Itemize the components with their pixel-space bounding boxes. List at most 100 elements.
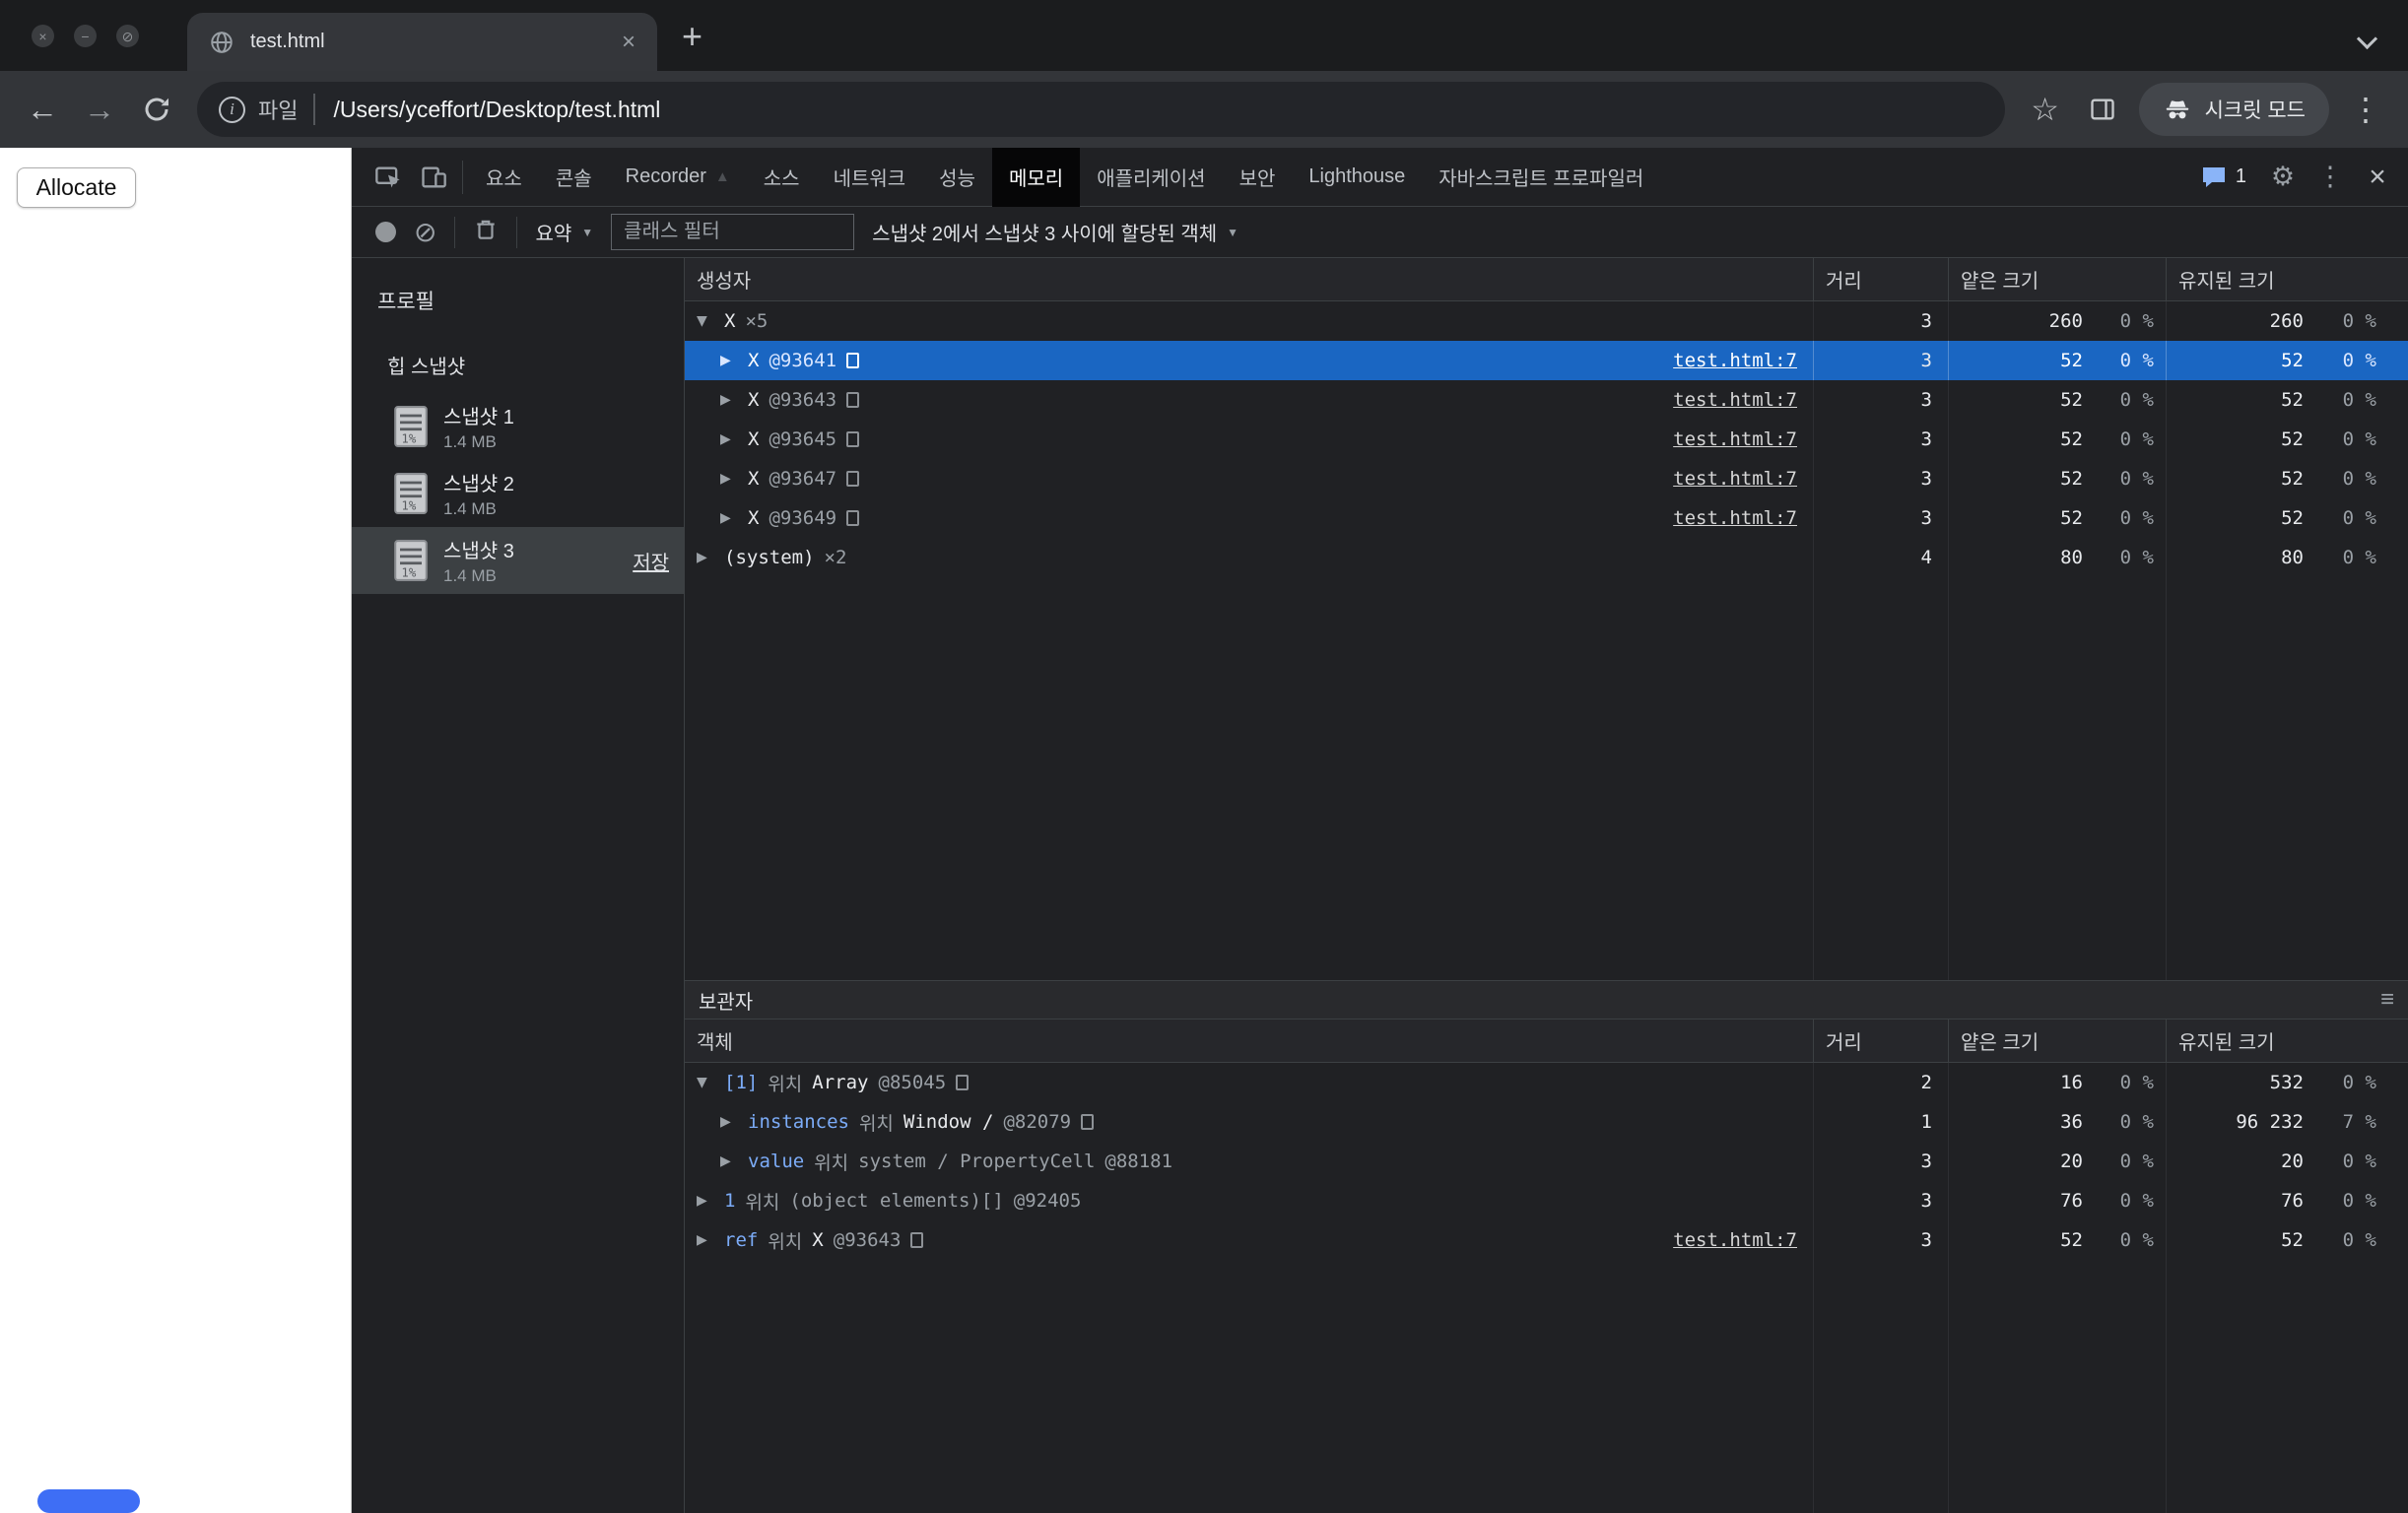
window-close-button[interactable]: × — [32, 25, 54, 47]
inspect-element-button[interactable] — [366, 155, 411, 200]
column-header[interactable]: 거리 — [1813, 258, 1948, 300]
column-header[interactable]: 유지된 크기 — [2166, 258, 2408, 300]
object-id: @93647 — [769, 468, 837, 490]
browser-tab[interactable]: test.html × — [187, 13, 657, 71]
constructor-row[interactable]: ▶ X @93647 test.html:7 3 52 0 % 52 0 % — [685, 459, 2408, 498]
expander-icon[interactable]: ▶ — [697, 1193, 714, 1209]
expander-icon[interactable]: ▼ — [697, 313, 714, 329]
column-header[interactable]: 생성자 — [685, 258, 1813, 300]
constructor-row[interactable]: ▶ (system) ×2 4 80 0 % 80 0 % — [685, 538, 2408, 577]
column-header[interactable]: 얕은 크기 — [1948, 1020, 2166, 1062]
distance-cell: 3 — [1813, 498, 1948, 538]
bookmark-star-icon[interactable]: ☆ — [2019, 83, 2072, 136]
devtools-tab-console[interactable]: 콘솔 — [539, 148, 609, 207]
device-toolbar-button[interactable] — [411, 155, 456, 200]
devtools-tab-sources[interactable]: 소스 — [747, 148, 817, 207]
column-header[interactable]: 유지된 크기 — [2166, 1020, 2408, 1062]
source-link[interactable]: test.html:7 — [1673, 468, 1797, 490]
expander-icon[interactable]: ▶ — [720, 392, 738, 408]
constructor-cell: ▶ X @93643 test.html:7 — [685, 380, 1813, 420]
snapshot-item-2[interactable]: 1% 스냅샷 2 1.4 MB — [352, 460, 684, 527]
object-name: X — [748, 389, 760, 411]
constructor-row[interactable]: ▶ X @93643 test.html:7 3 52 0 % 52 0 % — [685, 380, 2408, 420]
constructor-row[interactable]: ▼ X ×5 3 260 0 % 260 0 % — [685, 301, 2408, 341]
devtools-close-button[interactable]: × — [2355, 155, 2400, 200]
source-link[interactable]: test.html:7 — [1673, 389, 1797, 411]
issues-button[interactable]: 1 — [2189, 165, 2258, 189]
devtools-menu-button[interactable]: ⋮ — [2308, 155, 2353, 200]
expander-icon[interactable]: ▶ — [720, 510, 738, 526]
tab-search-chevron-icon[interactable] — [2356, 28, 2378, 50]
expander-icon[interactable]: ▶ — [697, 1232, 714, 1248]
devtools-settings-button[interactable]: ⚙ — [2260, 155, 2306, 200]
size-percent: 0 % — [2342, 1229, 2376, 1251]
shallow-size-cell: 260 0 % — [1948, 301, 2166, 341]
column-header[interactable]: 얕은 크기 — [1948, 258, 2166, 300]
reload-button[interactable] — [130, 83, 183, 136]
distance-cell: 3 — [1813, 301, 1948, 341]
column-header[interactable]: 거리 — [1813, 1020, 1948, 1062]
class-filter-input[interactable] — [611, 214, 855, 250]
window-minimize-button[interactable]: − — [74, 25, 97, 47]
retainer-row[interactable]: ▼ [1] 위치 Array @85045 2 16 0 % 532 0 % — [685, 1063, 2408, 1102]
column-header[interactable]: 객체 — [685, 1020, 1813, 1062]
shallow-size-cell: 52 0 % — [1948, 498, 2166, 538]
retainer-row[interactable]: ▶ value 위치 system / PropertyCell @88181 3 20 0 … — [685, 1142, 2408, 1181]
allocate-button[interactable]: Allocate — [17, 167, 136, 208]
constructor-row[interactable]: ▶ X @93649 test.html:7 3 52 0 % 52 0 % — [685, 498, 2408, 538]
side-panel-button[interactable] — [2076, 83, 2129, 136]
clear-profiles-icon[interactable]: ⊘ — [414, 218, 436, 246]
retainers-menu-icon[interactable]: ≡ — [2380, 986, 2394, 1014]
expander-icon[interactable]: ▶ — [697, 550, 714, 565]
source-link[interactable]: test.html:7 — [1673, 1229, 1797, 1251]
devtools-tab-elements[interactable]: 요소 — [469, 148, 539, 207]
expander-icon[interactable]: ▶ — [720, 1114, 738, 1130]
page-info-icon[interactable]: i — [219, 96, 245, 123]
devtools-tab-javascript-profiler[interactable]: 자바스크립트 프로파일러 — [1422, 148, 1660, 207]
expander-icon[interactable]: ▶ — [720, 471, 738, 487]
expander-icon[interactable]: ▼ — [697, 1075, 714, 1090]
devtools-tab-performance[interactable]: 성능 — [922, 148, 992, 207]
tab-label: 콘솔 — [555, 168, 592, 190]
back-button[interactable]: ← — [16, 83, 69, 136]
delete-profile-button[interactable] — [473, 217, 499, 247]
devtools-tab-lighthouse[interactable]: Lighthouse — [1292, 148, 1422, 207]
forward-button[interactable]: → — [73, 83, 126, 136]
expander-icon[interactable]: ▶ — [720, 353, 738, 368]
snapshot-save-link[interactable]: 저장 — [633, 547, 669, 575]
devtools-tabbar-actions: 1 ⚙ ⋮ × — [2189, 155, 2408, 200]
devtools-tab-memory[interactable]: 메모리 — [991, 147, 1081, 207]
devtools-tab-network[interactable]: 네트워크 — [817, 148, 923, 207]
devtools-tab-recorder[interactable]: Recorder ▲ — [609, 148, 747, 207]
constructor-row[interactable]: ▶ X @93645 test.html:7 3 52 0 % 52 0 % — [685, 420, 2408, 459]
object-id: @88181 — [1104, 1151, 1173, 1172]
tab-label: Lighthouse — [1308, 165, 1406, 187]
devtools-tab-application[interactable]: 애플리케이션 — [1080, 148, 1222, 207]
tab-close-icon[interactable]: × — [622, 29, 635, 56]
source-link[interactable]: test.html:7 — [1673, 350, 1797, 371]
snapshot-text: 스냅샷 1 1.4 MB — [443, 401, 514, 452]
constructor-row[interactable]: ▶ X @93641 test.html:7 3 52 0 % 52 0 % — [685, 341, 2408, 380]
retainer-row[interactable]: ▶ instances 위치 Window / @82079 1 36 0 % 96 232 7 … — [685, 1102, 2408, 1142]
devtools-tab-security[interactable]: 보안 — [1223, 148, 1293, 207]
navigation-bar: ← → i 파일 /Users/yceffort/Desktop/test.ht… — [0, 71, 2408, 148]
snapshot-item-3[interactable]: 1% 스냅샷 3 1.4 MB 저장 — [352, 527, 684, 594]
size-percent: 0 % — [2342, 310, 2376, 332]
source-link[interactable]: test.html:7 — [1673, 428, 1797, 450]
browser-menu-button[interactable]: ⋮ — [2339, 83, 2392, 136]
retainer-row[interactable]: ▶ 1 위치 (object elements)[] @92405 3 76 0 % 76 0 % — [685, 1181, 2408, 1220]
object-detail-icon — [846, 392, 860, 408]
expander-icon[interactable]: ▶ — [720, 1153, 738, 1169]
record-heap-snapshot-button[interactable] — [375, 222, 396, 242]
retainer-property: [1] — [724, 1072, 759, 1093]
shallow-size-cell: 52 0 % — [1948, 420, 2166, 459]
source-link[interactable]: test.html:7 — [1673, 507, 1797, 529]
perspective-dropdown[interactable]: 요약 ▼ — [535, 218, 593, 246]
retainer-row[interactable]: ▶ ref 위치 X @93643 test.html:7 3 52 0 % 52 0 % — [685, 1220, 2408, 1260]
snapshot-item-1[interactable]: 1% 스냅샷 1 1.4 MB — [352, 393, 684, 460]
new-tab-button[interactable]: + — [682, 16, 702, 57]
window-zoom-button[interactable]: ⊘ — [116, 25, 139, 47]
address-bar[interactable]: i 파일 /Users/yceffort/Desktop/test.html — [197, 82, 2005, 137]
expander-icon[interactable]: ▶ — [720, 431, 738, 447]
snapshot-range-dropdown[interactable]: 스냅샷 2에서 스냅샷 3 사이에 할당된 객체 ▼ — [872, 218, 1238, 246]
